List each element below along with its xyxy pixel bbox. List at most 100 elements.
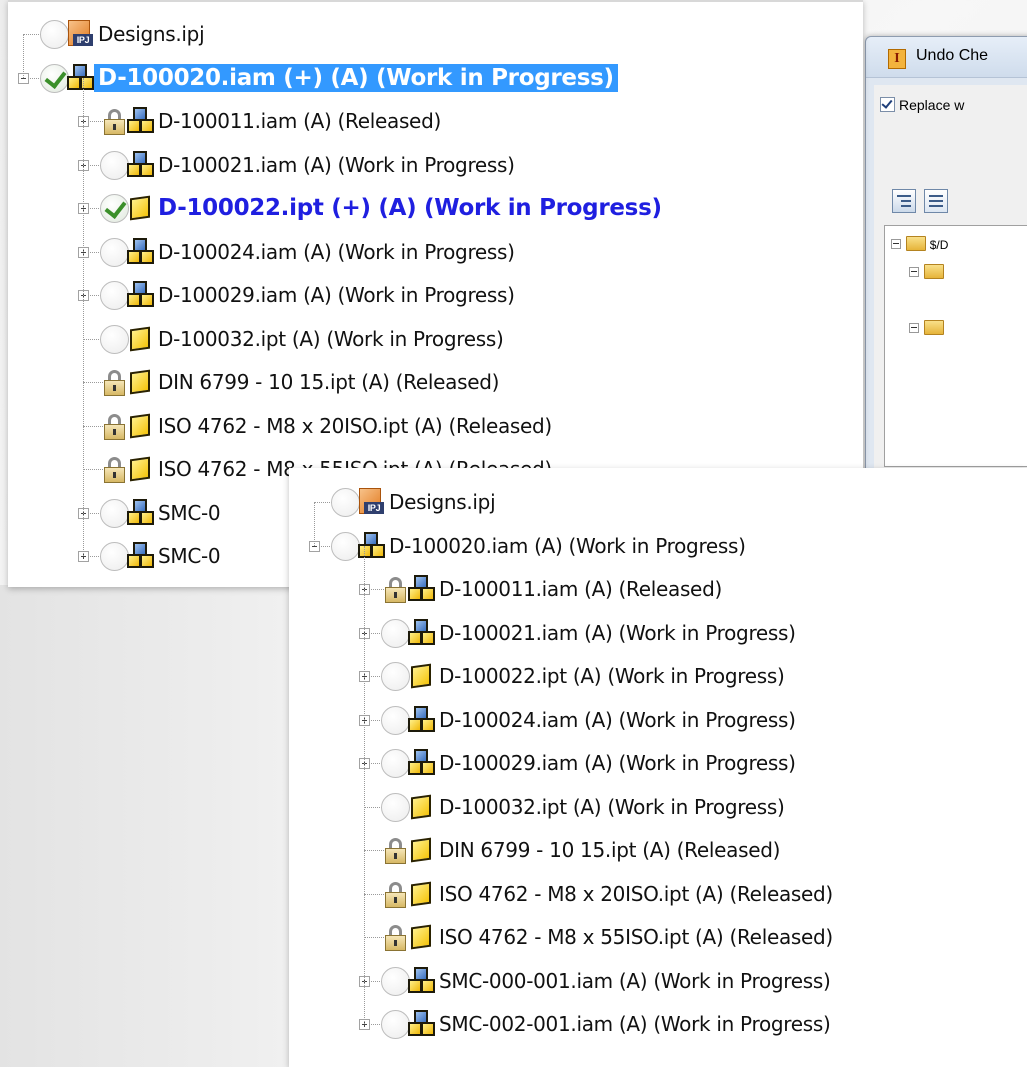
vault-tree-panel-after: IPJ Designs.ipj D-100020.iam (A) (Work in … [289, 468, 1027, 1067]
collapse-icon[interactable] [909, 267, 919, 277]
part-icon [124, 193, 156, 223]
tree-row-label: D-100024.iam (A) (Work in Progress) [439, 707, 796, 732]
collapse-icon[interactable] [909, 323, 919, 333]
tree-row[interactable]: DIN 6799 - 10 15.ipt (A) (Released) [8, 360, 863, 396]
tree-row[interactable]: D-100020.iam (A) (Work in Progress) [289, 524, 1027, 561]
ipj-project-icon: IPJ [355, 487, 387, 517]
assembly-icon [405, 1009, 437, 1039]
folder-icon [906, 236, 927, 251]
collapse-icon[interactable] [891, 239, 901, 249]
tree-row[interactable]: SMC-002-001.iam (A) (Work in Progress) [289, 1002, 1027, 1039]
tree-row-label: ISO 4762 - M8 x 20ISO.ipt (A) (Released) [158, 413, 552, 438]
assembly-icon [405, 966, 437, 996]
part-icon [405, 879, 437, 909]
part-icon [124, 454, 156, 484]
tree-row[interactable]: D-100011.iam (A) (Released) [289, 567, 1027, 603]
tree-row-label: SMC-0 [158, 500, 221, 525]
tree-guide-line [23, 34, 24, 78]
tree-row[interactable]: D-100022.ipt (A) (Work in Progress) [289, 654, 1027, 691]
tree-row-label: Designs.ipj [98, 22, 205, 46]
part-icon [405, 661, 437, 691]
folder-icon [924, 320, 945, 335]
tree-row[interactable]: ISO 4762 - M8 x 55ISO.ipt (A) (Released) [289, 915, 1027, 951]
assembly-icon [64, 63, 96, 93]
assembly-icon [124, 541, 156, 571]
tree-row-label: D-100011.iam (A) (Released) [158, 109, 441, 133]
tree-row[interactable]: D-100021.iam (A) (Work in Progress) [289, 611, 1027, 648]
tree-row[interactable]: D-100011.iam (A) (Released) [8, 99, 863, 135]
tree-row-label: D-100022.ipt (A) (Work in Progress) [439, 664, 785, 688]
inventor-app-icon: I [888, 49, 906, 69]
tree-row[interactable]: ISO 4762 - M8 x 20ISO.ipt (A) (Released) [8, 404, 863, 440]
background-gray-block [0, 585, 289, 1067]
assembly-icon [124, 280, 156, 310]
list-view-icon[interactable] [924, 189, 948, 213]
tree-row-label: D-100029.iam (A) (Work in Progress) [158, 283, 515, 307]
tree-row-label: SMC-002-001.iam (A) (Work in Progress) [439, 1012, 831, 1036]
dialog-body: Replace w $/D [874, 85, 1027, 477]
tree-row[interactable]: D-100024.iam (A) (Work in Progress) [289, 698, 1027, 735]
tree-row-label: SMC-0 [158, 544, 221, 568]
replace-checkbox-row[interactable]: Replace w [880, 97, 964, 113]
tree-guide-line [364, 545, 365, 1024]
tree-row-label: DIN 6799 - 10 15.ipt (A) (Released) [439, 838, 781, 862]
tree-guide-line [83, 77, 84, 556]
tree-row[interactable]: D-100024.iam (A) (Work in Progress) [8, 230, 863, 267]
undo-checkout-dialog: I Undo Che Replace w $/D [865, 36, 1027, 478]
folder-icon [924, 264, 945, 279]
dialog-titlebar[interactable]: I Undo Che [866, 37, 1027, 78]
dialog-file-tree[interactable]: $/D [884, 225, 1027, 467]
replace-checkbox-label: Replace w [899, 97, 965, 113]
assembly-icon [124, 498, 156, 528]
tree-row-label: D-100032.ipt (A) (Work in Progress) [439, 794, 785, 819]
tree-view-icon[interactable] [892, 189, 916, 213]
tree-guide-line [314, 502, 315, 546]
part-icon [124, 411, 156, 441]
dialog-tree-root[interactable]: $/D [891, 236, 948, 252]
tree-row[interactable]: DIN 6799 - 10 15.ipt (A) (Released) [289, 828, 1027, 864]
assembly-icon [355, 531, 387, 561]
replace-checkbox[interactable] [880, 97, 895, 112]
assembly-icon [124, 106, 156, 136]
part-icon [405, 792, 437, 822]
tree-row-label: D-100029.iam (A) (Work in Progress) [439, 751, 796, 775]
tree-row[interactable]: D-100020.iam (+) (A) (Work in Progress) [8, 56, 863, 93]
tree-row[interactable]: IPJ Designs.ipj [289, 480, 1027, 517]
tree-row[interactable]: D-100029.iam (A) (Work in Progress) [8, 273, 863, 310]
tree-row[interactable]: D-100032.ipt (A) (Work in Progress) [8, 317, 863, 354]
tree-row-label: D-100011.iam (A) (Released) [439, 577, 722, 601]
assembly-icon [124, 150, 156, 180]
part-icon [405, 835, 437, 865]
tree-row-label: D-100020.iam (A) (Work in Progress) [389, 533, 746, 558]
tree-row[interactable]: D-100032.ipt (A) (Work in Progress) [289, 785, 1027, 822]
assembly-icon [124, 237, 156, 267]
assembly-icon [405, 705, 437, 735]
dialog-tree-folder[interactable] [909, 320, 945, 336]
assembly-icon [405, 748, 437, 778]
tree-row[interactable]: D-100022.ipt (+) (A) (Work in Progress) [8, 186, 863, 223]
tree-row-label: D-100021.iam (A) (Work in Progress) [158, 152, 515, 177]
tree-row-label: D-100021.iam (A) (Work in Progress) [439, 620, 796, 645]
ipj-project-icon: IPJ [64, 19, 96, 49]
tree-row[interactable]: ISO 4762 - M8 x 20ISO.ipt (A) (Released) [289, 872, 1027, 908]
tree-row-label: DIN 6799 - 10 15.ipt (A) (Released) [158, 370, 500, 394]
assembly-icon [405, 618, 437, 648]
tree-row-label: D-100020.iam (+) (A) (Work in Progress) [94, 63, 618, 92]
tree-row-label: SMC-000-001.iam (A) (Work in Progress) [439, 968, 831, 993]
part-icon [405, 922, 437, 952]
part-icon [124, 367, 156, 397]
tree-row[interactable]: SMC-000-001.iam (A) (Work in Progress) [289, 959, 1027, 996]
tree-row[interactable]: IPJ Designs.ipj [8, 12, 863, 49]
tree-row-label: D-100032.ipt (A) (Work in Progress) [158, 326, 504, 351]
tree-row-label: Designs.ipj [389, 490, 496, 514]
tree-row-label: ISO 4762 - M8 x 55ISO.ipt (A) (Released) [439, 925, 833, 949]
tree-row[interactable]: D-100029.iam (A) (Work in Progress) [289, 741, 1027, 778]
assembly-icon [405, 574, 437, 604]
dialog-title: Undo Che [916, 47, 989, 64]
tree-row-label: D-100022.ipt (+) (A) (Work in Progress) [158, 195, 662, 221]
dialog-tree-folder[interactable] [909, 264, 945, 280]
tree-row-label: ISO 4762 - M8 x 20ISO.ipt (A) (Released) [439, 881, 833, 906]
tree-row-label: D-100024.iam (A) (Work in Progress) [158, 239, 515, 264]
tree-row[interactable]: D-100021.iam (A) (Work in Progress) [8, 143, 863, 180]
dialog-tree-root-label: $/D [929, 238, 949, 252]
